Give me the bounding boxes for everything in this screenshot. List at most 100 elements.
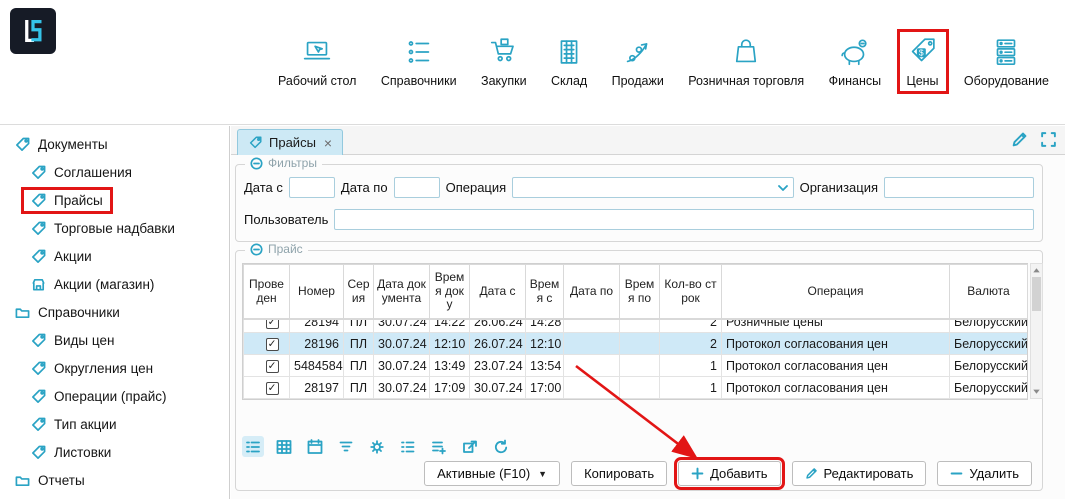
ribbon-item-finance[interactable]: Финансы <box>823 32 887 91</box>
sidebar-item-promotions[interactable]: Акции <box>0 242 229 270</box>
sidebar-item-price-lists[interactable]: Прайсы <box>0 186 229 214</box>
table-scrollbar[interactable] <box>1030 263 1043 399</box>
ribbon-item-label: Финансы <box>829 74 881 88</box>
ribbon-item-label: Рабочий стол <box>278 74 356 88</box>
collapse-icon[interactable] <box>250 243 263 256</box>
equipment-icon <box>989 35 1023 69</box>
ribbon-menu: Рабочий стол Справочники Закупки Склад П… <box>272 32 1055 91</box>
sidebar-item-price-types[interactable]: Виды цен <box>0 326 229 354</box>
copy-button[interactable]: Копировать <box>571 461 667 486</box>
filters-group: Фильтры Дата с Дата по Операция Организа… <box>235 164 1043 242</box>
table-row[interactable]: ✓ 28194 ПЛ 30.07.24 14:22 26.06.24 14:28… <box>244 319 1028 333</box>
row-checkbox[interactable]: ✓ <box>266 360 279 373</box>
ribbon-item-workspace[interactable]: Рабочий стол <box>272 32 362 91</box>
operation-select[interactable] <box>512 177 793 198</box>
tab-bar: Прайсы × <box>231 126 1065 155</box>
column-header[interactable]: Время доку <box>430 265 470 319</box>
catalogs-icon <box>402 35 436 69</box>
table-row-selected[interactable]: ✓ 28196 ПЛ 30.07.24 12:10 26.07.24 12:10… <box>244 333 1028 355</box>
column-header[interactable]: Дата по <box>564 265 620 319</box>
price-list-group: Прайс Проведен Номер Серия Дата документ… <box>235 250 1043 491</box>
ribbon-item-catalogs[interactable]: Справочники <box>375 32 463 91</box>
table-row[interactable]: ✓ 54845841 ПЛ 30.07.24 13:49 23.07.24 13… <box>244 355 1028 377</box>
sidebar-item-catalogs[interactable]: Справочники <box>0 298 229 326</box>
refresh-button[interactable] <box>490 436 512 457</box>
ribbon-item-label: Склад <box>551 74 587 88</box>
price-list-table: Проведен Номер Серия Дата документа Врем… <box>242 263 1028 400</box>
main-content: Прайсы × Фильтры Дата с Дата по Операция… <box>231 126 1065 499</box>
sidebar-nav: Документы Соглашения Прайсы Торговые над… <box>0 126 230 499</box>
ribbon-item-label: Закупки <box>481 74 527 88</box>
add-list-button[interactable] <box>428 436 450 457</box>
user-input[interactable] <box>334 209 1034 230</box>
expand-icon[interactable] <box>1040 131 1057 148</box>
chevron-down-icon <box>778 185 788 191</box>
tag-icon <box>31 193 46 208</box>
settings-button[interactable] <box>366 436 388 457</box>
column-header[interactable]: Серия <box>344 265 374 319</box>
sidebar-item-flyers[interactable]: Листовки <box>0 438 229 466</box>
tab-label: Прайсы <box>269 135 316 150</box>
ribbon-item-retail[interactable]: Розничная торговля <box>682 32 810 91</box>
table-row[interactable]: ✓ 28197 ПЛ 30.07.24 17:09 30.07.24 17:00… <box>244 377 1028 399</box>
ribbon-item-label: Справочники <box>381 74 457 88</box>
add-list-icon <box>430 438 448 456</box>
row-checkbox[interactable]: ✓ <box>266 338 279 351</box>
filter-button[interactable] <box>335 436 357 457</box>
settings-gear-icon <box>368 438 386 456</box>
refresh-icon <box>492 438 510 456</box>
sidebar-item-price-operations[interactable]: Операции (прайс) <box>0 382 229 410</box>
table-rows-viewport: ✓ 28194 ПЛ 30.07.24 14:22 26.06.24 14:28… <box>243 319 1027 399</box>
column-header[interactable]: Валюта <box>950 265 1028 319</box>
list-view-icon <box>244 438 262 456</box>
ribbon-item-purchases[interactable]: Закупки <box>475 32 533 91</box>
export-button[interactable] <box>459 436 481 457</box>
organization-input[interactable] <box>884 177 1034 198</box>
date-to-label: Дата по <box>341 180 388 195</box>
row-checkbox[interactable]: ✓ <box>266 382 279 395</box>
numbered-list-button[interactable] <box>397 436 419 457</box>
column-header[interactable]: Дата документа <box>374 265 430 319</box>
column-header[interactable]: Операция <box>722 265 950 319</box>
tag-icon <box>31 361 46 376</box>
sidebar-item-promotions-store[interactable]: Акции (магазин) <box>0 270 229 298</box>
active-filter-dropdown[interactable]: Активные (F10) ▼ <box>424 461 560 486</box>
tag-icon <box>248 136 263 149</box>
date-from-input[interactable] <box>289 177 335 198</box>
date-to-input[interactable] <box>394 177 440 198</box>
collapse-icon[interactable] <box>250 157 263 170</box>
column-header[interactable]: Время по <box>620 265 660 319</box>
column-header[interactable]: Кол-во строк <box>660 265 722 319</box>
scrollbar-thumb[interactable] <box>1032 277 1041 311</box>
scroll-up-icon[interactable] <box>1031 265 1042 276</box>
sidebar-item-promo-type[interactable]: Тип акции <box>0 410 229 438</box>
column-header[interactable]: Время с <box>526 265 564 319</box>
calendar-button[interactable] <box>304 436 326 457</box>
ribbon-item-prices[interactable]: Цены <box>900 32 946 91</box>
tag-icon <box>31 417 46 432</box>
shop-icon <box>31 277 46 292</box>
sidebar-item-agreements[interactable]: Соглашения <box>0 158 229 186</box>
delete-button[interactable]: Удалить <box>937 461 1032 486</box>
edit-button[interactable]: Редактировать <box>792 461 927 486</box>
column-header[interactable]: Номер <box>290 265 344 319</box>
column-header[interactable]: Проведен <box>244 265 290 319</box>
edit-icon[interactable] <box>1011 131 1028 148</box>
tab-price-lists[interactable]: Прайсы × <box>237 129 343 155</box>
list-view-button[interactable] <box>242 436 264 457</box>
sidebar-item-trade-markups[interactable]: Торговые надбавки <box>0 214 229 242</box>
sidebar-item-reports[interactable]: Отчеты <box>0 466 229 494</box>
sidebar-item-price-rounding[interactable]: Округления цен <box>0 354 229 382</box>
ribbon-item-warehouse[interactable]: Склад <box>545 32 593 91</box>
sidebar-item-documents[interactable]: Документы <box>0 130 229 158</box>
scroll-down-icon[interactable] <box>1031 386 1042 397</box>
warehouse-icon <box>552 35 586 69</box>
ribbon-item-equipment[interactable]: Оборудование <box>958 32 1055 91</box>
table-view-button[interactable] <box>273 436 295 457</box>
ribbon-item-sales[interactable]: Продажи <box>606 32 670 91</box>
table-header: Проведен Номер Серия Дата документа Врем… <box>243 264 1028 319</box>
tab-close-button[interactable]: × <box>324 135 332 151</box>
row-checkbox[interactable]: ✓ <box>266 319 279 329</box>
add-button[interactable]: Добавить <box>678 461 780 486</box>
column-header[interactable]: Дата с <box>470 265 526 319</box>
